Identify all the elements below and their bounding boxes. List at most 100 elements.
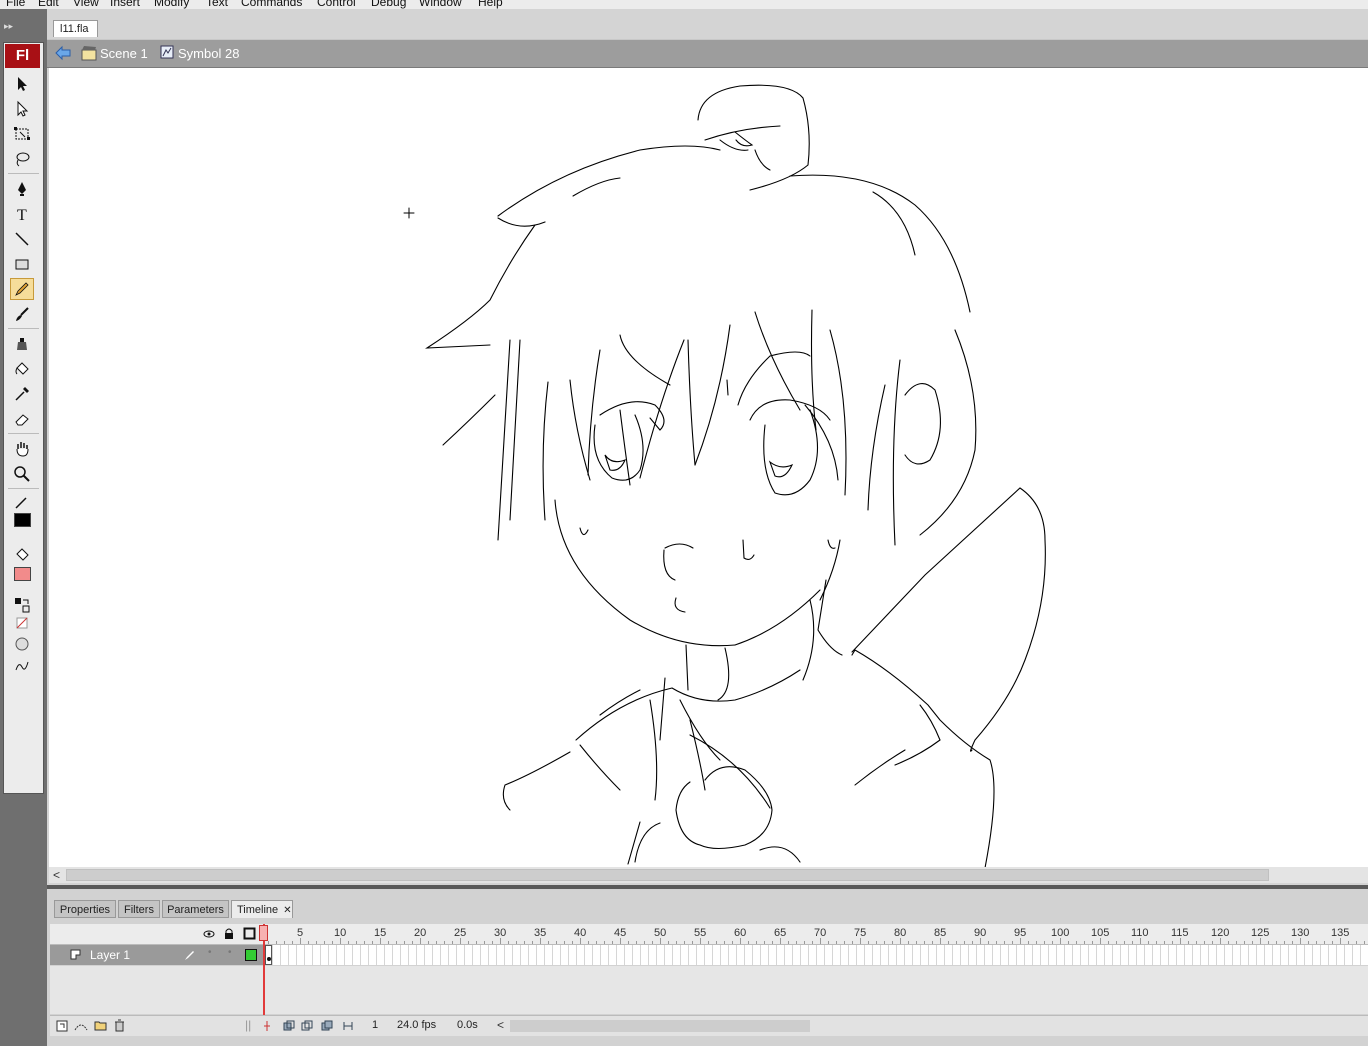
- frame-tick: [1228, 941, 1229, 944]
- pen-tool-button[interactable]: [10, 178, 34, 200]
- frame-rate-readout[interactable]: 24.0 fps: [397, 1019, 436, 1031]
- menu-item-modify[interactable]: Modify: [154, 0, 189, 9]
- ink-bottle-tool-button[interactable]: [10, 333, 34, 355]
- outline-icon[interactable]: [243, 927, 256, 940]
- onion-skin-outlines-icon[interactable]: [301, 1020, 313, 1032]
- edit-multiple-frames-icon[interactable]: [321, 1020, 333, 1032]
- frame-tick: [452, 941, 453, 944]
- breadcrumb-symbol[interactable]: Symbol 28: [178, 46, 239, 61]
- layer-outline-color[interactable]: [245, 949, 257, 961]
- frame-tick: [1276, 941, 1277, 944]
- frame-tick: [292, 941, 293, 944]
- insert-layer-icon[interactable]: [56, 1020, 68, 1032]
- close-tab-icon[interactable]: ✕: [283, 905, 291, 916]
- rectangle-tool-button[interactable]: [10, 253, 34, 275]
- tab-filters[interactable]: Filters: [118, 900, 160, 918]
- frame-tick: [684, 941, 685, 944]
- menu-item-window[interactable]: Window: [419, 0, 462, 9]
- timeline-scroll-thumb[interactable]: [510, 1020, 810, 1032]
- scroll-thumb[interactable]: [66, 869, 1269, 881]
- scene-clapper-icon: [81, 46, 97, 61]
- flash-logo: Fl: [5, 44, 40, 68]
- layer-lock-dot[interactable]: •: [228, 947, 232, 958]
- playhead[interactable]: [259, 925, 268, 941]
- subselection-tool-button[interactable]: [10, 98, 34, 120]
- menu-item-view[interactable]: View: [73, 0, 99, 9]
- frame-tick: [964, 941, 965, 944]
- frame-tick: [532, 941, 533, 944]
- center-frame-icon[interactable]: [262, 1020, 272, 1032]
- line-tool-button[interactable]: [10, 228, 34, 250]
- sketch-drawing: [403, 84, 1046, 867]
- fill-color-swatch[interactable]: [10, 565, 34, 583]
- layer-name[interactable]: Layer 1: [90, 948, 130, 962]
- frame-tick: [772, 941, 773, 944]
- layer-visibility-dot[interactable]: •: [208, 947, 212, 958]
- lock-icon[interactable]: [223, 927, 235, 940]
- menu-item-text[interactable]: Text: [206, 0, 228, 9]
- modify-onion-markers-icon[interactable]: [342, 1020, 354, 1032]
- menu-item-control[interactable]: Control: [317, 0, 356, 9]
- text-tool-button[interactable]: T: [10, 203, 34, 225]
- eraser-tool-button[interactable]: [10, 408, 34, 430]
- scroll-left-arrow-icon[interactable]: <: [53, 868, 60, 882]
- tab-timeline[interactable]: Timeline ✕: [231, 900, 293, 918]
- timeline-scroll-left-icon[interactable]: <: [497, 1018, 504, 1032]
- frame-tick: [932, 941, 933, 944]
- eyedropper-tool-button[interactable]: [10, 383, 34, 405]
- object-drawing-button[interactable]: [10, 634, 34, 654]
- free-transform-tool-button[interactable]: [10, 123, 34, 145]
- panel-collapse-grip-icon[interactable]: ▸▸: [4, 22, 13, 31]
- menu-item-help[interactable]: Help: [478, 0, 503, 9]
- frame-tick: [628, 941, 629, 944]
- menu-item-insert[interactable]: Insert: [110, 0, 140, 9]
- frame-tick: [988, 941, 989, 944]
- stroke-color-swatch[interactable]: [10, 511, 34, 529]
- timeline-frame-ruler[interactable]: 5 10 15 20 25 30 35 40 45 50 55 60 65 70 75 80 85 90 95 100…: [265, 924, 1368, 945]
- menu-item-edit[interactable]: Edit: [38, 0, 59, 9]
- motion-guide-icon[interactable]: [74, 1020, 88, 1032]
- back-arrow-icon[interactable]: [54, 44, 72, 62]
- frame-tick: [340, 938, 341, 944]
- frame-tick: [732, 941, 733, 944]
- selection-tool-button[interactable]: [10, 73, 34, 95]
- frame-tick: [284, 941, 285, 944]
- tab-properties[interactable]: Properties: [54, 900, 116, 918]
- tab-timeline-label: Timeline: [237, 904, 279, 916]
- menu-item-commands[interactable]: Commands: [241, 0, 302, 9]
- layer-frames[interactable]: [265, 945, 1368, 965]
- frame-tick: [1148, 941, 1149, 944]
- breadcrumb-scene[interactable]: Scene 1: [100, 46, 148, 61]
- pencil-tool-button[interactable]: [10, 278, 34, 300]
- eye-icon[interactable]: [203, 928, 215, 940]
- layer-row[interactable]: Layer 1 • •: [50, 945, 265, 965]
- tab-parameters[interactable]: Parameters: [162, 900, 229, 918]
- fill-swatch: [13, 567, 31, 581]
- toolbox-divider: [8, 328, 39, 329]
- frame-tick: [1364, 941, 1365, 944]
- frame-tick: [820, 938, 821, 944]
- insert-folder-icon[interactable]: [94, 1020, 107, 1031]
- onion-skin-icon[interactable]: [283, 1020, 295, 1032]
- menu-bar: File Edit View Insert Modify Text Commands Cont…: [0, 0, 1368, 9]
- brush-tool-button[interactable]: [10, 303, 34, 325]
- menu-item-file[interactable]: File: [6, 0, 25, 9]
- lasso-tool-button[interactable]: [10, 148, 34, 170]
- delete-layer-icon[interactable]: [114, 1019, 125, 1032]
- no-color-button[interactable]: [10, 614, 34, 632]
- zoom-tool-button[interactable]: [10, 463, 34, 485]
- menu-item-debug[interactable]: Debug: [371, 0, 406, 9]
- hand-tool-button[interactable]: [10, 438, 34, 460]
- frame-tick: [908, 941, 909, 944]
- paint-bucket-tool-button[interactable]: [10, 358, 34, 380]
- document-tab[interactable]: l11.fla: [53, 20, 98, 37]
- frame-tick: [1260, 938, 1261, 944]
- swap-colors-button[interactable]: [10, 596, 34, 614]
- stage-canvas[interactable]: [49, 68, 1368, 867]
- keyframe[interactable]: [265, 945, 272, 965]
- frame-tick: [796, 941, 797, 944]
- stage-horizontal-scrollbar[interactable]: <: [49, 867, 1368, 883]
- frame-tick: [1236, 941, 1237, 944]
- frame-tick: [1068, 941, 1069, 944]
- smooth-option-button[interactable]: [10, 656, 34, 676]
